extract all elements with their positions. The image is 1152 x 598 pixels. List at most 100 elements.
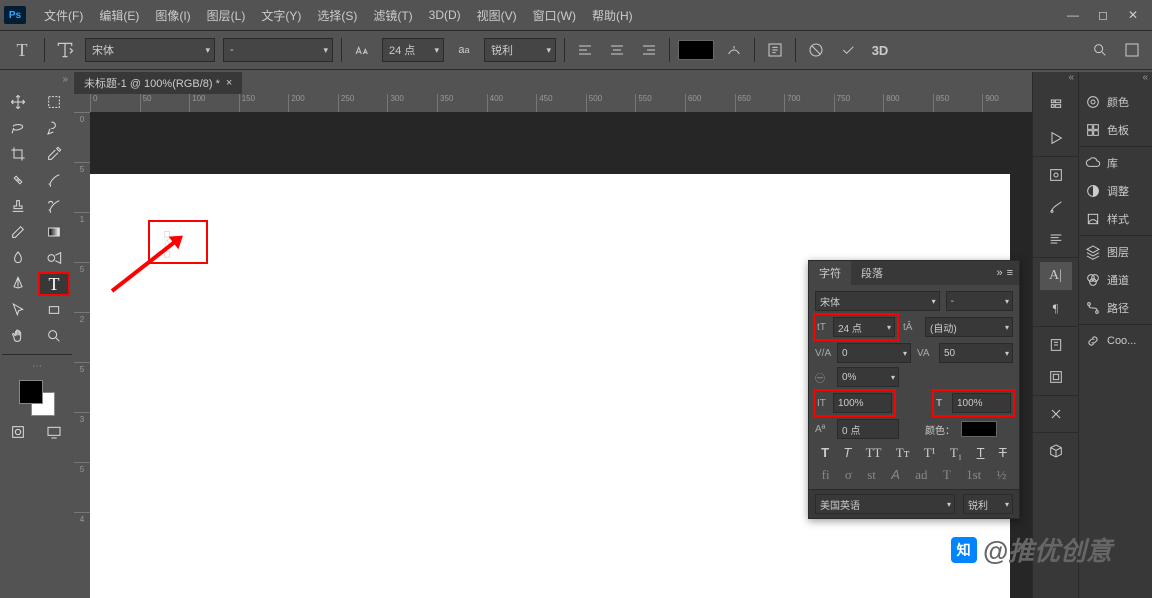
menu-help[interactable]: 帮助(H) — [584, 7, 641, 24]
panels-collapse-icon[interactable]: « — [1079, 72, 1152, 88]
document-tab[interactable]: 未标题-1 @ 100%(RGB/8) * × — [74, 72, 242, 94]
3d-panel-icon[interactable] — [1040, 437, 1072, 465]
stylistic-icon[interactable]: st — [867, 467, 876, 483]
maximize-icon[interactable]: ◻ — [1088, 5, 1118, 25]
menu-view[interactable]: 视图(V) — [469, 7, 525, 24]
antialias-select[interactable]: 锐利 — [484, 38, 556, 62]
blur-tool[interactable] — [2, 246, 34, 270]
underline-icon[interactable]: T — [977, 445, 985, 461]
hand-tool[interactable] — [2, 324, 34, 348]
char-scale-field[interactable]: 0% — [837, 367, 899, 387]
history-icon[interactable] — [1040, 92, 1072, 120]
3d-icon[interactable]: 3D — [868, 38, 892, 62]
char-tracking-field[interactable]: 50 — [939, 343, 1013, 363]
menu-select[interactable]: 选择(S) — [309, 7, 365, 24]
panel-adjustments[interactable]: 调整 — [1079, 177, 1152, 205]
superscript-icon[interactable]: T¹ — [924, 445, 936, 461]
half-icon[interactable]: ½ — [997, 467, 1007, 483]
screenmode-tool[interactable] — [38, 420, 70, 444]
bold-icon[interactable]: T — [821, 445, 829, 461]
panel-collapse-icon[interactable]: » — [996, 267, 1002, 279]
fractions-icon[interactable]: 1st — [966, 467, 981, 483]
smallcaps-icon[interactable]: Tᴛ — [896, 445, 910, 461]
more-tools-icon[interactable]: ⋯ — [2, 361, 72, 372]
color-picker[interactable] — [19, 380, 55, 416]
glyphs-icon[interactable]: ¶ — [1040, 294, 1072, 322]
menu-window[interactable]: 窗口(W) — [525, 7, 584, 24]
collapse-icon[interactable]: » — [2, 74, 72, 90]
oldstyle-icon[interactable]: σ — [845, 467, 852, 483]
menu-3d[interactable]: 3D(D) — [421, 8, 469, 22]
dodge-tool[interactable] — [38, 246, 70, 270]
character-icon[interactable]: A| — [1040, 262, 1072, 290]
panel-cc[interactable]: Coo... — [1079, 327, 1152, 355]
crop-tool[interactable] — [2, 142, 34, 166]
history-brush-tool[interactable] — [38, 194, 70, 218]
tab-paragraph[interactable]: 段落 — [851, 261, 893, 285]
character-panel-icon[interactable] — [763, 38, 787, 62]
cancel-icon[interactable] — [804, 38, 828, 62]
commit-icon[interactable] — [836, 38, 860, 62]
swash-icon[interactable]: A — [891, 467, 900, 483]
brush-settings-icon[interactable] — [1040, 193, 1072, 221]
panel-layers[interactable]: 图层 — [1079, 238, 1152, 266]
close-tab-icon[interactable]: × — [226, 77, 232, 89]
pen-tool[interactable] — [2, 272, 34, 296]
quickmask-tool[interactable] — [2, 420, 34, 444]
path-select-tool[interactable] — [2, 298, 34, 322]
panel-paths[interactable]: 路径 — [1079, 294, 1152, 322]
tools-icon[interactable] — [1040, 400, 1072, 428]
eyedropper-tool[interactable] — [38, 142, 70, 166]
char-lang-select[interactable]: 美国英语 — [815, 494, 955, 514]
foreground-color[interactable] — [19, 380, 43, 404]
close-icon[interactable]: ✕ — [1118, 5, 1148, 25]
char-style-select[interactable]: - — [946, 291, 1013, 311]
strip-collapse-icon[interactable]: « — [1033, 72, 1078, 88]
menu-filter[interactable]: 滤镜(T) — [365, 7, 420, 24]
char-size-field[interactable]: 24 点 — [833, 317, 895, 337]
char-aa-select[interactable]: 锐利 — [963, 494, 1013, 514]
marquee-tool[interactable] — [38, 90, 70, 114]
panel-menu-icon[interactable]: ≡ — [1007, 267, 1013, 279]
lasso-tool[interactable] — [2, 116, 34, 140]
char-baseline-field[interactable]: 0 点 — [837, 419, 899, 439]
char-leading-field[interactable]: (自动) — [925, 317, 1013, 337]
allcaps-icon[interactable]: TT — [866, 445, 882, 461]
type-tool[interactable]: T — [38, 272, 70, 296]
healing-tool[interactable] — [2, 168, 34, 192]
italic-icon[interactable]: T — [843, 445, 851, 461]
warp-text-icon[interactable] — [722, 38, 746, 62]
zoom-tool[interactable] — [38, 324, 70, 348]
menu-file[interactable]: 文件(F) — [36, 7, 91, 24]
eraser-tool[interactable] — [2, 220, 34, 244]
menu-edit[interactable]: 编辑(E) — [91, 7, 147, 24]
font-style-select[interactable]: - — [223, 38, 333, 62]
menu-type[interactable]: 文字(Y) — [253, 7, 309, 24]
ordinal-icon[interactable]: T — [943, 467, 951, 483]
strikethrough-icon[interactable]: T — [999, 445, 1007, 461]
info-icon[interactable] — [1040, 363, 1072, 391]
text-orientation-icon[interactable] — [53, 38, 77, 62]
font-family-select[interactable]: 宋体 — [85, 38, 215, 62]
font-size-select[interactable]: 24 点 — [382, 38, 444, 62]
subscript-icon[interactable]: T₁ — [950, 445, 962, 461]
rectangle-tool[interactable] — [38, 298, 70, 322]
text-color-swatch[interactable] — [678, 40, 714, 60]
tool-preset-icon[interactable]: T — [8, 36, 36, 64]
align-right-icon[interactable] — [637, 38, 661, 62]
tab-character[interactable]: 字符 — [809, 261, 851, 285]
char-vscale-field[interactable]: 100% — [833, 393, 892, 413]
paragraph-icon[interactable] — [1040, 225, 1072, 253]
panel-channels[interactable]: 通道 — [1079, 266, 1152, 294]
menu-image[interactable]: 图像(I) — [147, 7, 198, 24]
char-kerning-field[interactable]: 0 — [837, 343, 911, 363]
panel-swatches[interactable]: 色板 — [1079, 116, 1152, 144]
properties-icon[interactable] — [1040, 161, 1072, 189]
align-left-icon[interactable] — [573, 38, 597, 62]
workspace-icon[interactable] — [1120, 38, 1144, 62]
stamp-tool[interactable] — [2, 194, 34, 218]
panel-color[interactable]: 颜色 — [1079, 88, 1152, 116]
brush-tool[interactable] — [38, 168, 70, 192]
gradient-tool[interactable] — [38, 220, 70, 244]
minimize-icon[interactable]: — — [1058, 5, 1088, 25]
